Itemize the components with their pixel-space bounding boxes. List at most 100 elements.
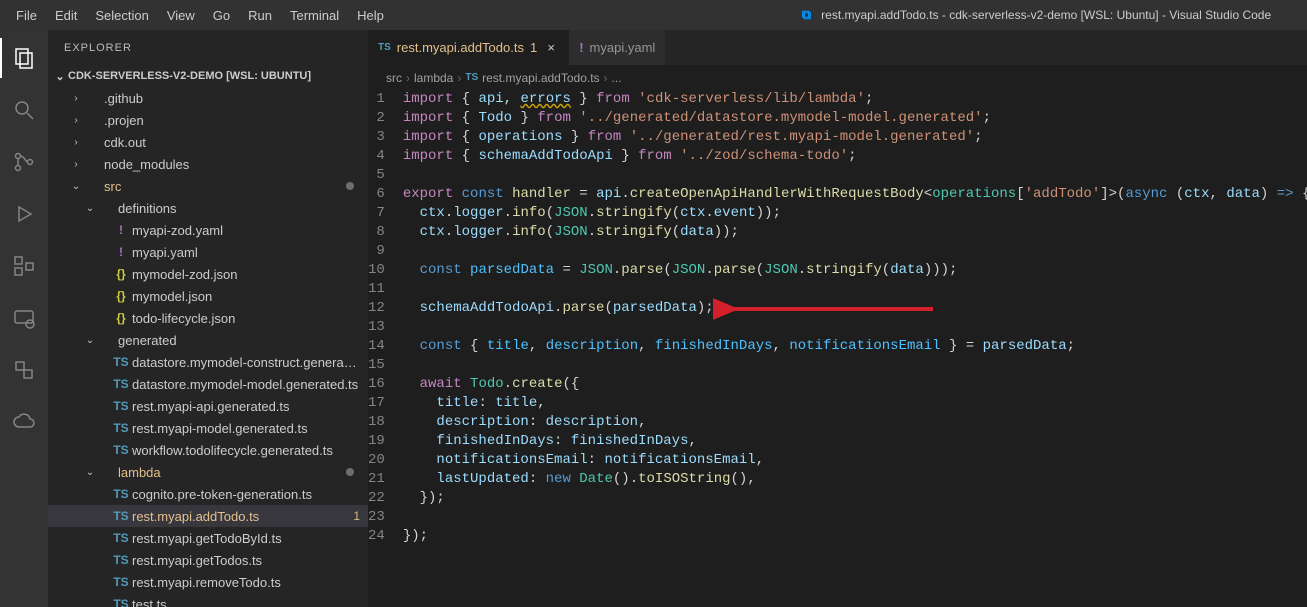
code-line[interactable]: const parsedData = JSON.parse(JSON.parse…	[403, 261, 1307, 280]
code-line[interactable]: await Todo.create({	[403, 375, 1307, 394]
menu-terminal[interactable]: Terminal	[282, 4, 347, 27]
file-todo-lifecycle.json[interactable]: {}todo-lifecycle.json	[48, 307, 368, 329]
code-line[interactable]	[403, 166, 1307, 185]
file-datastore.mymodel-construct.generated.ts[interactable]: TSdatastore.mymodel-construct.generated.…	[48, 351, 368, 373]
token-const: notificationsEmail	[789, 338, 940, 354]
file-rest.myapi.getTodoById.ts[interactable]: TSrest.myapi.getTodoById.ts	[48, 527, 368, 549]
token-var: ctx	[420, 224, 445, 240]
folder-.github[interactable]: ›.github	[48, 87, 368, 109]
code-line[interactable]: import { api, errors } from 'cdk-serverl…	[403, 90, 1307, 109]
activity-debug-icon[interactable]	[0, 194, 48, 234]
breadcrumbs[interactable]: src›lambda›TSrest.myapi.addTodo.ts›...	[368, 65, 1307, 90]
file-rest.myapi-api.generated.ts[interactable]: TSrest.myapi-api.generated.ts	[48, 395, 368, 417]
breadcrumb-segment[interactable]: src	[386, 71, 402, 85]
token-punc: =	[571, 186, 596, 202]
file-myapi.yaml[interactable]: !myapi.yaml	[48, 241, 368, 263]
line-number: 7	[368, 204, 385, 223]
activity-cloud-icon[interactable]	[0, 402, 48, 442]
code-lines[interactable]: import { api, errors } from 'cdk-serverl…	[403, 90, 1307, 546]
ts-icon: TS	[112, 531, 130, 545]
token-punc: (	[756, 262, 764, 278]
line-number: 6	[368, 185, 385, 204]
explorer-section-header[interactable]: ⌄ CDK-SERVERLESS-V2-DEMO [WSL: UBUNTU]	[48, 65, 368, 87]
file-workflow.todolifecycle.generated.ts[interactable]: TSworkflow.todolifecycle.generated.ts	[48, 439, 368, 461]
code-line[interactable]	[403, 356, 1307, 375]
folder-cdk.out[interactable]: ›cdk.out	[48, 131, 368, 153]
breadcrumb-segment[interactable]: lambda	[414, 71, 453, 85]
file-rest.myapi.removeTodo.ts[interactable]: TSrest.myapi.removeTodo.ts	[48, 571, 368, 593]
menu-file[interactable]: File	[8, 4, 45, 27]
activity-testing-icon[interactable]	[0, 350, 48, 390]
ts-icon: TS	[112, 377, 130, 391]
activity-extensions-icon[interactable]	[0, 246, 48, 286]
activity-remote-icon[interactable]	[0, 298, 48, 338]
activity-explorer-icon[interactable]	[0, 38, 48, 78]
code-line[interactable]: lastUpdated: new Date().toISOString(),	[403, 470, 1307, 489]
code-line[interactable]: ctx.logger.info(JSON.stringify(ctx.event…	[403, 204, 1307, 223]
menu-selection[interactable]: Selection	[87, 4, 156, 27]
line-number-gutter: 123456789101112131415161718192021222324	[368, 90, 403, 546]
file-myapi-zod.yaml[interactable]: !myapi-zod.yaml	[48, 219, 368, 241]
code-line[interactable]: export const handler = api.createOpenApi…	[403, 185, 1307, 204]
ts-icon: TS	[112, 553, 130, 567]
breadcrumb-segment[interactable]: ...	[612, 71, 622, 85]
file-rest.myapi.getTodos.ts[interactable]: TSrest.myapi.getTodos.ts	[48, 549, 368, 571]
token-punc: ,	[638, 414, 646, 430]
menu-view[interactable]: View	[159, 4, 203, 27]
tab-close-icon[interactable]: ×	[543, 40, 559, 55]
folder-src[interactable]: ⌄src	[48, 175, 368, 197]
code-line[interactable]: schemaAddTodoApi.parse(parsedData);	[403, 299, 1307, 318]
token-type: const	[420, 338, 462, 354]
code-line[interactable]: finishedInDays: finishedInDays,	[403, 432, 1307, 451]
file-test.ts[interactable]: TStest.ts	[48, 593, 368, 607]
folder-node_modules[interactable]: ›node_modules	[48, 153, 368, 175]
file-cognito.pre-token-generation.ts[interactable]: TScognito.pre-token-generation.ts	[48, 483, 368, 505]
code-line[interactable]	[403, 242, 1307, 261]
code-line[interactable]: import { operations } from '../generated…	[403, 128, 1307, 147]
file-rest.myapi-model.generated.ts[interactable]: TSrest.myapi-model.generated.ts	[48, 417, 368, 439]
tree-item-label: .projen	[104, 113, 360, 128]
tab-myapi.yaml[interactable]: !myapi.yaml	[569, 30, 665, 65]
tab-dirty-badge: 1	[530, 40, 537, 55]
code-line[interactable]: });	[403, 527, 1307, 546]
file-rest.myapi.addTodo.ts[interactable]: TSrest.myapi.addTodo.ts1	[48, 505, 368, 527]
menu-run[interactable]: Run	[240, 4, 280, 27]
tab-rest.myapi.addTodo.ts[interactable]: TSrest.myapi.addTodo.ts1×	[368, 30, 569, 65]
folder-lambda[interactable]: ⌄lambda	[48, 461, 368, 483]
window-title: rest.myapi.addTodo.ts - cdk-serverless-v…	[821, 8, 1299, 22]
explorer-sidebar: EXPLORER ⌄ CDK-SERVERLESS-V2-DEMO [WSL: …	[48, 30, 368, 607]
code-line[interactable]: ctx.logger.info(JSON.stringify(data));	[403, 223, 1307, 242]
code-line[interactable]: import { Todo } from '../generated/datas…	[403, 109, 1307, 128]
activity-search-icon[interactable]	[0, 90, 48, 130]
file-datastore.mymodel-model.generated.ts[interactable]: TSdatastore.mymodel-model.generated.ts	[48, 373, 368, 395]
folder-definitions[interactable]: ⌄definitions	[48, 197, 368, 219]
file-mymodel.json[interactable]: {}mymodel.json	[48, 285, 368, 307]
folder-.projen[interactable]: ›.projen	[48, 109, 368, 131]
menu-help[interactable]: Help	[349, 4, 392, 27]
activity-scm-icon[interactable]	[0, 142, 48, 182]
file-mymodel-zod.json[interactable]: {}mymodel-zod.json	[48, 263, 368, 285]
code-line[interactable]: notificationsEmail: notificationsEmail,	[403, 451, 1307, 470]
tree-item-label: rest.myapi.addTodo.ts	[132, 509, 347, 524]
code-editor[interactable]: 123456789101112131415161718192021222324 …	[368, 90, 1307, 546]
tree-item-label: test.ts	[132, 597, 360, 607]
menu-edit[interactable]: Edit	[47, 4, 85, 27]
code-line[interactable]: import { schemaAddTodoApi } from '../zod…	[403, 147, 1307, 166]
tree-item-label: mymodel-zod.json	[132, 267, 360, 282]
token-punc	[403, 414, 437, 430]
folder-generated[interactable]: ⌄generated	[48, 329, 368, 351]
code-line[interactable]: description: description,	[403, 413, 1307, 432]
code-line[interactable]	[403, 280, 1307, 299]
line-number: 2	[368, 109, 385, 128]
breadcrumb-segment[interactable]: rest.myapi.addTodo.ts	[482, 71, 599, 85]
menu-go[interactable]: Go	[205, 4, 238, 27]
code-line[interactable]	[403, 318, 1307, 337]
code-line[interactable]: title: title,	[403, 394, 1307, 413]
code-line[interactable]: });	[403, 489, 1307, 508]
code-line[interactable]	[403, 508, 1307, 527]
token-key: import	[403, 110, 453, 126]
tree-item-label: rest.myapi.getTodos.ts	[132, 553, 360, 568]
token-punc: ,	[1210, 186, 1227, 202]
token-punc: )));	[924, 262, 958, 278]
code-line[interactable]: const { title, description, finishedInDa…	[403, 337, 1307, 356]
